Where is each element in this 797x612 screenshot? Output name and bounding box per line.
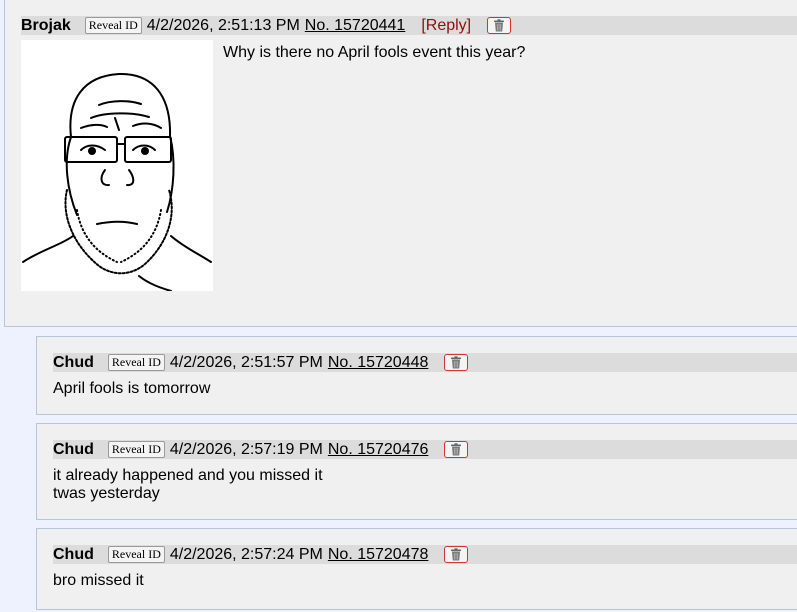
post-text-line: it already happened and you missed it — [53, 467, 323, 484]
post-text: it already happened and you missed it tw… — [53, 467, 323, 503]
reveal-id-button[interactable]: Reveal ID — [107, 354, 165, 371]
poster-name: Brojak — [21, 16, 71, 34]
post-header: Brojak Reveal ID 4/2/2026, 2:51:13 PM No… — [21, 16, 797, 35]
wojak-icon — [22, 72, 212, 292]
delete-button[interactable] — [487, 17, 512, 34]
post-image[interactable] — [21, 40, 213, 292]
reply-link[interactable]: [Reply] — [421, 17, 471, 35]
post-text-line: twas yesterday — [53, 485, 160, 502]
reveal-id-button[interactable]: Reveal ID — [107, 546, 165, 563]
post-number-link[interactable]: No. 15720478 — [328, 546, 429, 564]
reply-post: Chud Reveal ID 4/2/2026, 2:57:24 PM No. … — [36, 528, 797, 610]
post-number-link[interactable]: No. 15720448 — [328, 354, 429, 372]
poster-name: Chud — [53, 545, 94, 563]
post-header: Chud Reveal ID 4/2/2026, 2:57:19 PM No. … — [53, 440, 797, 459]
delete-button[interactable] — [444, 441, 469, 458]
trash-icon — [494, 19, 505, 32]
post-date: 4/2/2026, 2:51:57 PM — [169, 353, 323, 371]
post-date: 4/2/2026, 2:57:24 PM — [169, 545, 323, 563]
reply-post: Chud Reveal ID 4/2/2026, 2:51:57 PM No. … — [36, 336, 797, 415]
reveal-id-button[interactable]: Reveal ID — [84, 17, 142, 34]
post-text: Why is there no April fools event this y… — [223, 44, 526, 61]
op-post: Brojak Reveal ID 4/2/2026, 2:51:13 PM No… — [4, 0, 797, 327]
poster-name: Chud — [53, 353, 94, 371]
trash-icon — [451, 356, 462, 369]
post-text: bro missed it — [53, 572, 144, 590]
trash-icon — [451, 443, 462, 456]
post-text-line: bro missed it — [53, 572, 144, 589]
post-header: Chud Reveal ID 4/2/2026, 2:51:57 PM No. … — [53, 353, 797, 372]
trash-icon — [451, 548, 462, 561]
post-date: 4/2/2026, 2:57:19 PM — [169, 440, 323, 458]
post-header: Chud Reveal ID 4/2/2026, 2:57:24 PM No. … — [53, 545, 797, 564]
delete-button[interactable] — [444, 546, 469, 563]
post-date: 4/2/2026, 2:51:13 PM — [146, 16, 300, 34]
poster-name: Chud — [53, 440, 94, 458]
post-number-link[interactable]: No. 15720441 — [305, 17, 406, 35]
post-text: April fools is tomorrow — [53, 380, 210, 398]
post-number-link[interactable]: No. 15720476 — [328, 441, 429, 459]
delete-button[interactable] — [444, 354, 469, 371]
reveal-id-button[interactable]: Reveal ID — [107, 441, 165, 458]
post-text-line: April fools is tomorrow — [53, 380, 211, 397]
reply-post: Chud Reveal ID 4/2/2026, 2:57:19 PM No. … — [36, 423, 797, 520]
